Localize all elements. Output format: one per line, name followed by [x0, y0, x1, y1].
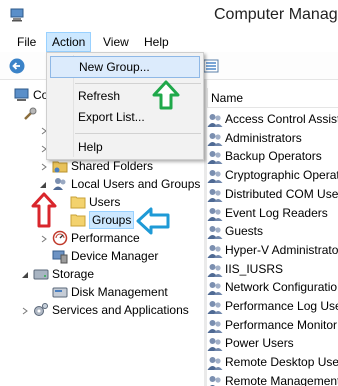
menu-help[interactable]: Help	[139, 32, 174, 52]
group-list-item-label: Backup Operators	[225, 149, 322, 164]
green-up-arrow-icon	[152, 80, 180, 110]
group-list-item[interactable]: Performance Log Use	[207, 297, 338, 316]
group-list-item-label: Remote Desktop User	[225, 355, 338, 370]
computer-management-icon	[14, 88, 29, 101]
group-list-item-label: Event Log Readers	[225, 205, 328, 220]
back-arrow-icon[interactable]	[8, 58, 26, 74]
group-list-item[interactable]: Performance Monitor	[207, 316, 338, 335]
tree-item-label: Disk Management	[71, 285, 168, 299]
menu-item-help[interactable]: Help	[47, 136, 203, 158]
expand-arrow-icon[interactable]	[40, 163, 48, 171]
group-list-item[interactable]: Power Users	[207, 334, 338, 353]
group-icon	[207, 357, 223, 371]
group-icon	[207, 338, 223, 352]
device-manager-icon	[52, 250, 68, 264]
group-list-item[interactable]: Distributed COM Use	[207, 185, 338, 204]
group-list-item-label: Network Configuratio	[225, 280, 338, 295]
menu-item-new-group[interactable]: New Group...	[50, 56, 200, 78]
group-list-item-label: Remote Management	[225, 373, 338, 386]
tree-item-label: Storage	[52, 267, 95, 281]
group-list-item-label: Administrators	[225, 130, 302, 145]
group-list-item[interactable]: Guests	[207, 222, 338, 241]
column-header-name[interactable]: Name	[207, 88, 338, 108]
group-list-item[interactable]: Administrators	[207, 129, 338, 148]
group-icon	[207, 226, 223, 240]
group-list-item-label: Hyper-V Administrato	[225, 242, 338, 257]
group-icon	[207, 188, 223, 202]
users-groups-icon	[53, 178, 66, 190]
group-list-item[interactable]: Hyper-V Administrato	[207, 241, 338, 260]
expand-arrow-icon[interactable]	[40, 235, 48, 243]
group-icon	[209, 375, 221, 386]
menu-separator	[75, 133, 201, 134]
show-list-icon[interactable]	[203, 58, 219, 74]
tree-item-label: Services and Applications	[52, 303, 189, 317]
computer-management-icon	[10, 8, 24, 22]
group-list-item[interactable]: Backup Operators	[207, 147, 338, 166]
tree-item-label: Performance	[71, 231, 140, 245]
group-icon	[207, 244, 223, 258]
groups-list: Name Access Control Assist Administrators…	[207, 80, 338, 386]
red-up-arrow-icon	[31, 192, 57, 228]
group-list-item[interactable]: IIS_IUSRS	[207, 260, 338, 279]
group-list-item-label: IIS_IUSRS	[225, 261, 284, 276]
shared-folder-icon	[52, 161, 68, 173]
tree-item-label: Groups	[89, 211, 135, 229]
tree-item-label: Device Manager	[71, 249, 159, 263]
menu-bar: File Action View Help	[0, 32, 338, 52]
group-list-item-label: Distributed COM Use	[225, 186, 338, 201]
storage-icon	[33, 269, 49, 280]
menu-view[interactable]: View	[98, 32, 134, 52]
disk-management-icon	[52, 287, 68, 298]
group-icon	[207, 263, 223, 277]
group-icon	[207, 132, 223, 146]
collapse-arrow-icon[interactable]	[21, 271, 29, 279]
group-list-item[interactable]: Network Configuratio	[207, 278, 338, 297]
collapse-arrow-icon[interactable]	[39, 181, 47, 189]
group-icon	[207, 207, 223, 221]
group-list-item[interactable]: Access Control Assist	[207, 110, 338, 129]
title-bar: Computer Manage	[0, 0, 338, 32]
folder-icon	[70, 196, 86, 209]
group-list-item[interactable]: Cryptographic Operat	[207, 166, 338, 185]
tree-item-label: Users	[89, 195, 121, 209]
folder-icon	[70, 214, 86, 227]
group-icon	[207, 170, 223, 184]
group-icon	[207, 114, 223, 127]
group-list-item-label: Access Control Assist	[225, 112, 338, 126]
expand-arrow-icon[interactable]	[21, 307, 29, 315]
services-applications-icon	[34, 303, 48, 316]
blue-left-arrow-icon	[136, 207, 170, 235]
group-list-item[interactable]: Event Log Readers	[207, 204, 338, 223]
action-menu-dropdown: New Group... Refresh Export List... Help	[46, 52, 204, 160]
group-icon	[207, 151, 223, 165]
group-icon	[207, 282, 223, 296]
system-tools-icon[interactable]	[22, 106, 38, 122]
group-list-item-label: Guests	[225, 224, 264, 239]
group-list-item-label: Performance Log Use	[225, 299, 338, 313]
group-list-item-label: Performance Monitor	[225, 317, 338, 332]
tree-item-label: Local Users and Groups	[71, 177, 201, 191]
group-icon	[207, 319, 223, 333]
group-list-item[interactable]: Remote Management	[207, 372, 338, 386]
menu-file[interactable]: File	[12, 32, 41, 52]
group-list-item-label: Cryptographic Operat	[225, 168, 338, 183]
menu-action[interactable]: Action	[46, 32, 92, 52]
group-list-item[interactable]: Remote Desktop User	[207, 353, 338, 372]
group-icon	[207, 301, 223, 314]
window-title: Computer Manage	[214, 6, 338, 23]
menu-separator	[75, 83, 201, 84]
group-list-item-label: Power Users	[225, 336, 294, 351]
performance-icon	[52, 230, 68, 246]
